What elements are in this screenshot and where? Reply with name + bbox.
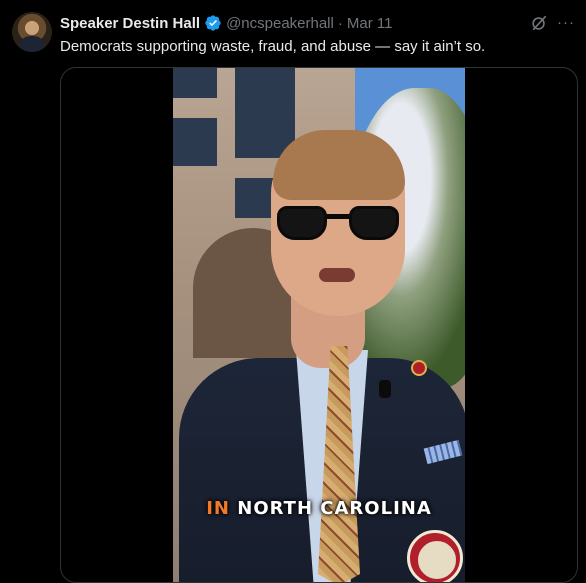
mouth — [319, 268, 355, 282]
verified-badge-icon[interactable] — [204, 14, 222, 32]
post-date[interactable]: Mar 11 — [347, 15, 393, 32]
nc-seal-icon — [407, 530, 463, 582]
sunglasses-lens-right — [349, 206, 399, 240]
caption-text: NORTH CAROLINA — [230, 498, 432, 519]
author-avatar[interactable] — [12, 12, 52, 52]
author-name[interactable]: Speaker Destin Hall — [60, 15, 200, 32]
building-window — [173, 68, 217, 98]
hair — [273, 130, 405, 200]
grok-icon[interactable] — [530, 14, 548, 32]
video-frame[interactable]: IN NORTH CAROLINA — [173, 68, 465, 582]
building-window — [173, 118, 217, 166]
caption-highlight: IN — [206, 498, 230, 519]
lapel-pin-icon — [411, 360, 427, 376]
more-icon[interactable]: ··· — [556, 14, 576, 32]
sunglasses-lens-left — [277, 206, 327, 240]
video-media[interactable]: IN NORTH CAROLINA — [60, 67, 578, 583]
lapel-mic-icon — [379, 380, 391, 398]
building-window — [235, 68, 295, 158]
video-caption: IN NORTH CAROLINA — [173, 498, 465, 519]
sunglasses — [277, 206, 399, 242]
sunglasses-bridge — [325, 214, 351, 219]
post-text: Democrats supporting waste, fraud, and a… — [60, 38, 486, 55]
separator-dot: · — [337, 14, 343, 32]
post-header: Speaker Destin Hall @ncspeakerhall · Mar… — [60, 12, 392, 34]
author-handle[interactable]: @ncspeakerhall — [226, 15, 334, 32]
